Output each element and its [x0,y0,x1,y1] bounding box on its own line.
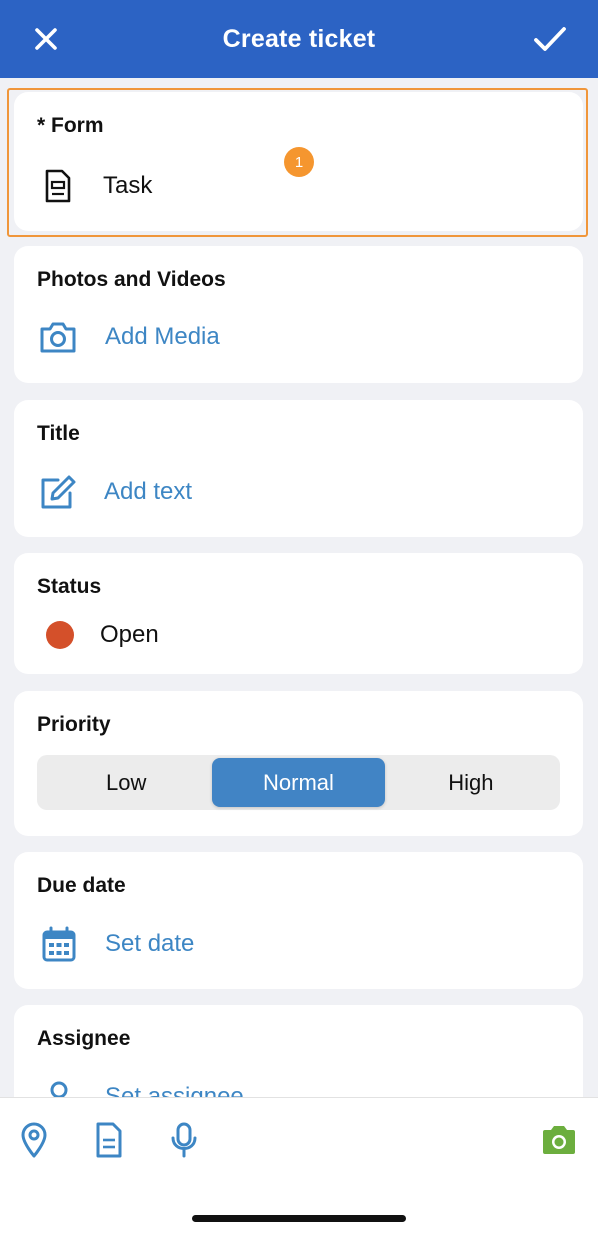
document-icon [96,1122,122,1158]
app-header: Create ticket [0,0,598,78]
edit-icon [41,475,76,509]
checkmark-icon [534,27,566,51]
person-icon [50,1081,68,1097]
location-button[interactable] [17,1122,51,1158]
priority-option-low[interactable]: Low [40,758,212,807]
ticket-form: * Form Task 1 Photos and Videos Add Medi… [0,78,598,1097]
calendar-icon [42,926,76,962]
add-text-label: Add text [104,478,193,505]
set-date-label: Set date [105,930,195,957]
close-icon [35,28,57,50]
home-indicator [192,1215,406,1222]
status-value-row[interactable]: Open [37,621,159,649]
media-card: Photos and Videos Add Media [14,246,583,383]
priority-card: Priority Low Normal High [14,691,583,836]
assignee-card: Assignee Set assignee [14,1005,583,1097]
set-assignee-button[interactable]: Set assignee [37,1079,244,1097]
bottom-toolbar [0,1097,598,1235]
due-date-card: Due date Set date [14,852,583,989]
add-text-button[interactable]: Add text [37,474,192,510]
camera-icon [40,322,76,353]
status-value: Open [100,621,159,648]
media-label: Photos and Videos [37,268,226,291]
priority-label: Priority [37,713,111,736]
status-dot-icon [46,621,74,649]
camera-button[interactable] [540,1122,578,1158]
status-label: Status [37,575,102,598]
add-media-label: Add Media [105,323,220,350]
add-media-button[interactable]: Add Media [37,320,220,354]
title-label: Title [37,422,80,445]
set-date-button[interactable]: Set date [37,926,194,962]
attach-document-button[interactable] [92,1122,126,1158]
assignee-label: Assignee [37,1027,131,1050]
voice-note-button[interactable] [167,1122,201,1158]
close-button[interactable] [31,24,61,54]
title-card: Title Add text [14,400,583,537]
page-title: Create ticket [222,24,376,53]
set-assignee-label: Set assignee [105,1083,244,1097]
microphone-icon [171,1122,197,1158]
due-date-label: Due date [37,874,126,897]
status-card[interactable]: Status Open [14,553,583,674]
confirm-button[interactable] [532,24,568,54]
priority-option-high[interactable]: High [385,758,557,807]
location-pin-icon [21,1122,47,1158]
camera-icon [543,1126,575,1154]
priority-segmented-control: Low Normal High [37,755,560,810]
step-badge: 1 [284,147,314,177]
priority-option-normal[interactable]: Normal [212,758,385,807]
